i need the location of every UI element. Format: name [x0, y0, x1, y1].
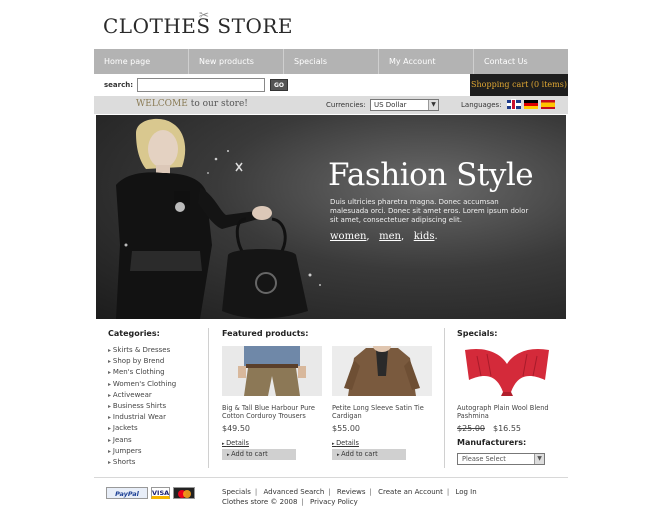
category-item[interactable]: Industrial Wear [108, 412, 176, 423]
footer-link-log-in[interactable]: Log In [455, 488, 476, 496]
add-to-cart-button[interactable]: Add to cart [332, 449, 406, 460]
search-input[interactable] [137, 78, 265, 92]
hero-link-men[interactable]: men [379, 231, 401, 242]
hero-link-women[interactable]: women [330, 231, 366, 242]
currencies-label: Currencies: [326, 101, 366, 109]
product-price: $49.50 [222, 424, 250, 433]
welcome-suffix: to our store! [187, 99, 248, 109]
footer-link-create-account[interactable]: Create an Account [378, 488, 443, 496]
currency-select[interactable]: US Dollar ▼ [370, 99, 439, 111]
content-columns: Categories: Skirts & Dresses Shop by Bre… [96, 320, 566, 472]
nav-new-products[interactable]: New products [189, 49, 284, 74]
hero-links: women, men, kids. [330, 231, 438, 242]
hero-description: Duis ultricies pharetra magna. Donec acc… [330, 198, 529, 224]
main-nav: Home page New products Specials My Accou… [94, 49, 568, 74]
category-list: Skirts & Dresses Shop by Brend Men's Clo… [108, 345, 176, 468]
category-item[interactable]: Jackets [108, 423, 176, 434]
model-photo [116, 118, 321, 319]
hero-banner: Fashion Style Duis ultricies pharetra ma… [96, 115, 566, 319]
category-item[interactable]: Shop by Brend [108, 356, 176, 367]
category-item[interactable]: Business Shirts [108, 401, 176, 412]
category-item[interactable]: Jumpers [108, 446, 176, 457]
product-name[interactable]: Petite Long Sleeve Satin Tie Cardigan [332, 404, 432, 420]
category-item[interactable]: Jeans [108, 435, 176, 446]
mastercard-logo [173, 487, 195, 499]
nav-specials[interactable]: Specials [284, 49, 379, 74]
special-price: $25.00 $16.55 [457, 424, 557, 433]
chevron-down-icon: ▼ [534, 454, 544, 464]
hero-link-kids[interactable]: kids [414, 231, 435, 242]
column-divider [208, 328, 209, 468]
category-item[interactable]: Activewear [108, 390, 176, 401]
add-to-cart-button[interactable]: Add to cart [222, 449, 296, 460]
welcome-message: WELCOME to our store! [136, 99, 248, 109]
categories-title: Categories: [108, 329, 160, 338]
search-label: search: [104, 81, 134, 89]
specials-title: Specials: [457, 329, 498, 338]
chevron-down-icon: ▼ [428, 100, 438, 110]
old-price: $25.00 [457, 424, 485, 433]
manufacturers-title: Manufacturers: [457, 438, 527, 447]
sale-price: $16.55 [493, 424, 521, 433]
footer-link-advanced-search[interactable]: Advanced Search [263, 488, 324, 496]
welcome-bar: WELCOME to our store! Currencies: US Dol… [94, 96, 568, 114]
details-link[interactable]: Details [222, 439, 322, 447]
category-item[interactable]: Shorts [108, 457, 176, 468]
search-go-button[interactable]: GO [270, 79, 288, 91]
category-item[interactable]: Skirts & Dresses [108, 345, 176, 356]
footer-link-privacy-policy[interactable]: Privacy Policy [310, 498, 358, 506]
languages-label: Languages: [461, 101, 502, 109]
logo-text: CLOTHES STORE [103, 14, 294, 38]
uk-flag-icon[interactable] [507, 100, 521, 109]
currency-selected: US Dollar [374, 101, 407, 109]
nav-my-account[interactable]: My Account [379, 49, 474, 74]
germany-flag-icon[interactable] [524, 100, 538, 109]
product-card: Petite Long Sleeve Satin Tie Cardigan $5… [332, 340, 432, 460]
category-item[interactable]: Men's Clothing [108, 367, 176, 378]
footer-divider [94, 477, 568, 478]
product-image-cardigan[interactable] [332, 340, 432, 396]
paypal-logo: PayPal [106, 487, 148, 499]
details-link[interactable]: Details [332, 439, 432, 447]
footer-links: Specials | Advanced Search | Reviews | Crea… [222, 488, 477, 506]
product-name[interactable]: Autograph Plain Wool Blend Pashmina [457, 404, 557, 420]
featured-title: Featured products: [222, 329, 309, 338]
hero-title: Fashion Style [328, 157, 534, 193]
product-name[interactable]: Big & Tall Blue Harbour Pure Cotton Cord… [222, 404, 322, 420]
shopping-cart-link[interactable]: Shopping cart (0 items) [470, 74, 568, 96]
product-image-trousers[interactable] [222, 346, 322, 396]
footer-link-reviews[interactable]: Reviews [337, 488, 366, 496]
scissors-icon: ✂ [199, 8, 210, 22]
product-image-pashmina[interactable] [457, 346, 557, 396]
spain-flag-icon[interactable] [541, 100, 555, 109]
special-product-card: Autograph Plain Wool Blend Pashmina $25.… [457, 346, 557, 433]
manufacturers-select[interactable]: Please Select ▼ [457, 453, 545, 465]
product-price: $55.00 [332, 424, 360, 433]
search-bar: search: GO Shopping cart (0 items) [94, 74, 568, 96]
footer-link-specials[interactable]: Specials [222, 488, 251, 496]
manufacturers-selected: Please Select [462, 455, 506, 463]
product-card: Big & Tall Blue Harbour Pure Cotton Cord… [222, 346, 322, 460]
welcome-prefix: WELCOME [136, 99, 188, 109]
nav-contact-us[interactable]: Contact Us [474, 49, 568, 74]
copyright-text: Clothes store © 2008 [222, 498, 298, 506]
category-item[interactable]: Women's Clothing [108, 379, 176, 390]
column-divider [444, 328, 445, 468]
visa-logo: VISA [151, 487, 170, 499]
store-logo[interactable]: CLOTHES STORE ✂ [103, 8, 294, 38]
nav-home-page[interactable]: Home page [94, 49, 189, 74]
payment-methods: PayPal VISA [106, 487, 195, 499]
